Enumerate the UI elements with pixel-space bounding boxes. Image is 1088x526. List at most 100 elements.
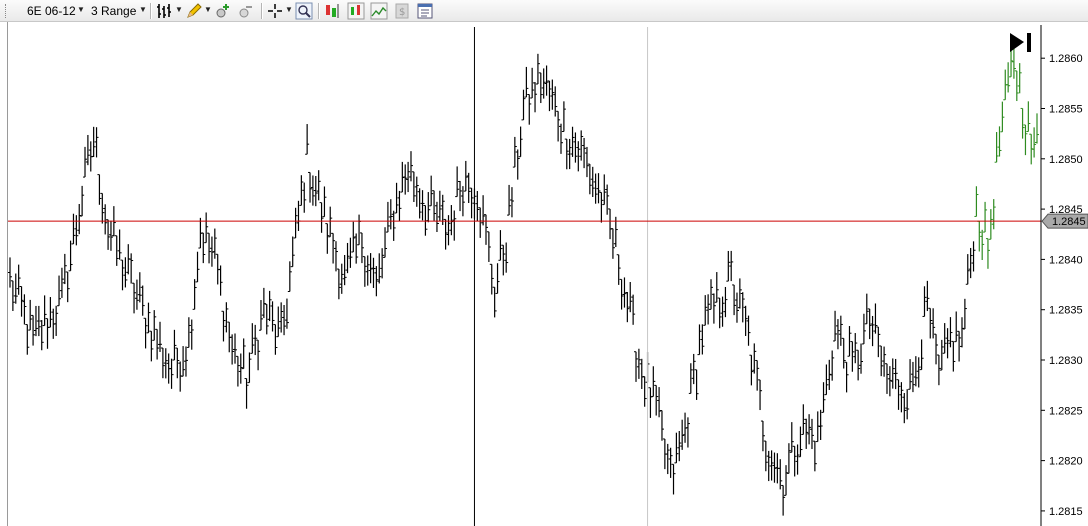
- ohlc-bar: [515, 149, 520, 180]
- ohlc-bar: [247, 352, 252, 384]
- ohlc-bar: [319, 202, 324, 233]
- ohlc-bar: [241, 338, 246, 370]
- instrument-selector[interactable]: 6E 06-12: [27, 4, 76, 18]
- toolbar-grip[interactable]: [5, 4, 8, 18]
- pencil-icon[interactable]: [185, 2, 203, 20]
- ohlc-bar: [916, 357, 921, 388]
- ohlc-bar: [616, 254, 621, 285]
- ohlc-bar: [830, 350, 835, 381]
- ohlc-bar: [553, 86, 558, 117]
- ohlc-bar: [518, 126, 523, 158]
- ohlc-bar: [700, 324, 705, 355]
- zoom-in-icon[interactable]: [214, 2, 232, 20]
- ohlc-bar: [25, 324, 30, 355]
- ohlc-bar: [974, 186, 979, 217]
- ohlc-bar: [873, 303, 878, 334]
- bar-type-selector[interactable]: 3 Range: [91, 4, 136, 18]
- instrument-dropdown-icon[interactable]: ▼: [77, 5, 85, 14]
- ohlc-bar: [784, 465, 789, 496]
- ohlc-bar: [77, 204, 82, 235]
- ohlc-bar: [391, 210, 396, 241]
- ohlc-bar: [117, 229, 122, 260]
- crosshair-icon[interactable]: [266, 2, 284, 20]
- bar-type-dropdown-icon[interactable]: ▼: [139, 5, 147, 14]
- price-chart[interactable]: 1.2815 1.2820 1.2825 1.2830 1.2835 1.2840 1.28…: [8, 25, 1088, 526]
- properties-icon[interactable]: [416, 2, 434, 20]
- ohlc-bar: [333, 241, 338, 272]
- ohlc-bar: [290, 236, 295, 268]
- ohlc-bar: [172, 329, 177, 361]
- ohlc-bar: [795, 444, 800, 475]
- ohlc-bar: [648, 387, 653, 418]
- ohlc-bar: [201, 232, 206, 264]
- ohlc-bar: [841, 337, 846, 369]
- ohlc-bar: [483, 214, 488, 245]
- svg-text:$: $: [399, 7, 405, 18]
- ohlc-bar: [284, 298, 289, 329]
- ohlc-bar: [723, 286, 728, 318]
- bar-style-dropdown-icon[interactable]: ▼: [175, 5, 183, 14]
- chart-toolbar: 6E 06-12 ▼ 3 Range ▼ ▼ ▼ ▼ $: [0, 0, 1088, 22]
- axis-tick-label: 1.2840: [1049, 254, 1083, 266]
- zoom-out-icon[interactable]: [237, 2, 255, 20]
- ohlc-bar: [328, 206, 333, 238]
- ohlc-bar: [758, 379, 763, 411]
- ohlc-bar: [8, 257, 12, 288]
- bar-style-icon[interactable]: [156, 2, 174, 20]
- magnifier-icon[interactable]: [295, 2, 313, 20]
- ohlc-bar: [711, 293, 716, 324]
- ohlc-bar: [639, 358, 644, 389]
- drawing-dropdown-icon[interactable]: ▼: [204, 5, 212, 14]
- crosshair-dropdown-icon[interactable]: ▼: [285, 5, 293, 14]
- ohlc-bar: [169, 358, 174, 389]
- ohlc-bar: [608, 208, 613, 240]
- ohlc-bar: [489, 263, 494, 295]
- ohlc-bar: [348, 237, 353, 268]
- toolbar-separator: [318, 3, 320, 19]
- chart-style-icon[interactable]: [370, 2, 388, 20]
- ohlc-bar: [426, 192, 431, 223]
- ohlc-bar: [778, 459, 783, 490]
- ohlc-bar: [752, 343, 757, 374]
- ohlc-bar: [316, 170, 321, 201]
- ohlc-bar: [584, 146, 589, 178]
- ohlc-bar: [140, 285, 145, 316]
- ohlc-bar: [997, 126, 1002, 157]
- ohlc-bar: [504, 242, 509, 273]
- ohlc-bar: [596, 173, 601, 204]
- ohlc-bar: [1023, 124, 1028, 156]
- ohlc-bar: [305, 124, 310, 155]
- ohlc-bar: [533, 82, 538, 113]
- ohlc-bar: [270, 301, 275, 332]
- ohlc-bar: [962, 298, 967, 330]
- price-bars: [8, 46, 1039, 516]
- ohlc-bar: [192, 279, 197, 310]
- ohlc-bar: [380, 248, 385, 279]
- ohlc-bar: [152, 310, 157, 341]
- ohlc-bar: [273, 324, 278, 355]
- ohlc-bar: [22, 294, 27, 325]
- pause-bar-icon[interactable]: [1027, 33, 1031, 52]
- ohlc-bar: [1011, 48, 1016, 79]
- vertical-markers: [473, 27, 649, 526]
- ohlc-bar: [983, 201, 988, 233]
- ohlc-bar: [760, 420, 765, 452]
- strategies-icon[interactable]: [324, 2, 342, 20]
- toolbar-separator: [150, 3, 152, 19]
- ohlc-bar: [535, 53, 540, 85]
- current-price-tag: 1.2845: [1041, 213, 1088, 229]
- ohlc-bar: [853, 333, 858, 364]
- ohlc-bar: [818, 409, 823, 440]
- price-axis[interactable]: 1.2815 1.2820 1.2825 1.2830 1.2835 1.2840 1.28…: [1040, 25, 1088, 526]
- ohlc-bar: [287, 261, 292, 292]
- play-icon[interactable]: [1010, 33, 1024, 52]
- ohlc-bar: [509, 187, 514, 218]
- ohlc-bar: [934, 333, 939, 365]
- chart-panel[interactable]: 1.2815 1.2820 1.2825 1.2830 1.2835 1.2840 1.28…: [8, 25, 1088, 526]
- ohlc-bar: [659, 410, 664, 441]
- ohlc-bar: [359, 232, 364, 264]
- indicators-icon[interactable]: [347, 2, 365, 20]
- data-box-icon[interactable]: $: [393, 2, 411, 20]
- ohlc-bar: [1000, 101, 1005, 133]
- axis-tick-label: 1.2830: [1049, 355, 1083, 367]
